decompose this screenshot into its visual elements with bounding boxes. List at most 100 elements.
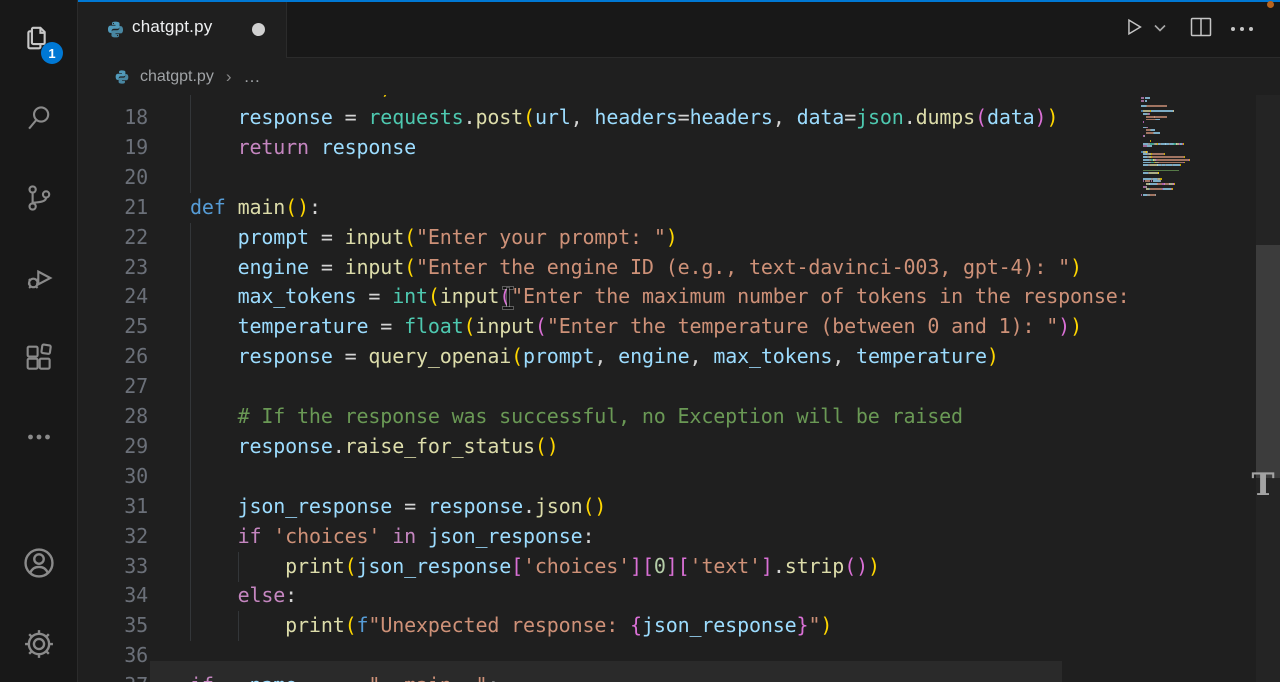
sidebar-item-run-debug[interactable] [0,254,77,302]
line-number[interactable]: 32 [78,522,148,552]
run-python-file-button[interactable] [1120,14,1148,44]
code-text: temperature = float(input("Enter the tem… [190,312,1082,342]
code-text: print(json_response['choices'][0]['text'… [190,552,880,582]
line-number[interactable]: 21 [78,193,148,223]
sidebar-item-extensions[interactable] [0,334,77,382]
recording-indicator-dot [1267,1,1274,8]
line-number[interactable]: 20 [78,163,148,193]
breadcrumb-file[interactable]: chatgpt.py [140,68,214,86]
minimap-row [1141,194,1253,197]
code-text: return response [190,133,416,163]
line-number[interactable]: 33 [78,552,148,582]
code-line[interactable]: 32 if 'choices' in json_response: [78,522,1136,552]
line-number[interactable]: 35 [78,611,148,641]
code-text: max_tokens = int(input("Enter the maximu… [190,282,1136,312]
code-line[interactable]: 21 def main(): [78,193,1136,223]
minimap[interactable] [1141,97,1253,217]
line-number[interactable]: 26 [78,342,148,372]
line-number[interactable]: 31 [78,492,148,522]
person-icon [20,544,58,582]
code-line[interactable]: 31 json_response = response.json() [78,492,1136,522]
line-number[interactable]: 30 [78,462,148,492]
code-text: response.raise_for_status() [190,432,559,462]
code-line[interactable]: 28 # If the response was successful, no … [78,402,1136,432]
scrollbar-slider[interactable] [1256,245,1280,478]
code-line[interactable]: 20 [78,163,1136,193]
code-text: response = requests.post(url, headers=he… [190,103,1058,133]
code-text: print(f"Unexpected response: {json_respo… [190,611,832,641]
line-number[interactable]: 28 [78,402,148,432]
code-line[interactable]: 30 [78,462,1136,492]
code-line[interactable]: 18 response = requests.post(url, headers… [78,103,1136,133]
unsaved-files-badge: 1 [41,42,63,64]
code-text: else: [190,581,297,611]
run-options-dropdown[interactable] [1150,14,1170,44]
unsaved-changes-dot[interactable] [252,23,265,36]
line-number[interactable]: 19 [78,133,148,163]
breadcrumb-separator-icon: › [226,67,232,87]
code-text: prompt = input("Enter your prompt: ") [190,223,678,253]
activity-bar: 1 [0,0,78,682]
t-cursor-overlay: T [1246,468,1280,502]
chevron-down-icon [1153,20,1167,38]
line-number[interactable]: 37 [78,671,148,682]
tab-chatgpt-py[interactable]: chatgpt.py [78,0,287,58]
sidebar-item-explorer[interactable] [0,13,77,61]
code-line[interactable]: 35 print(f"Unexpected response: {json_re… [78,611,1136,641]
tab-bar: chatgpt.py [78,0,1280,58]
git-branch-icon [22,181,56,215]
python-icon [106,20,125,44]
code-line[interactable]: 24 max_tokens = int(input("Enter the max… [78,282,1136,312]
code-line[interactable]: 36 [78,641,1136,671]
code-text: def main(): [190,193,321,223]
code-line[interactable]: 22 prompt = input("Enter your prompt: ") [78,223,1136,253]
sidebar-item-more-views[interactable] [0,413,77,461]
code-line[interactable]: 29 response.raise_for_status() [78,432,1136,462]
code-text: if 'choices' in json_response: [190,522,594,552]
line-number[interactable]: 25 [78,312,148,342]
code-line[interactable]: 19 return response [78,133,1136,163]
code-line[interactable]: 17 ) [78,95,1136,103]
code-text: if __name__ == "__main__": [190,671,499,682]
sidebar-item-search[interactable] [0,94,77,142]
play-icon [1123,16,1145,43]
blocks-icon [22,341,56,375]
play-bug-icon [22,261,56,295]
line-number[interactable]: 22 [78,223,148,253]
code-line[interactable]: 23 engine = input("Enter the engine ID (… [78,253,1136,283]
split-editor-button[interactable] [1186,14,1216,44]
code-text: json_response = response.json() [190,492,606,522]
code-line[interactable]: 33 print(json_response['choices'][0]['te… [78,552,1136,582]
code-line[interactable]: 27 [78,372,1136,402]
code-line[interactable]: 34 else: [78,581,1136,611]
ellipsis-icon [1229,20,1255,38]
breadcrumb: chatgpt.py › … [78,58,1280,95]
code-line[interactable]: 37 if __name__ == "__main__": [78,671,1136,682]
line-number[interactable]: 27 [78,372,148,402]
sidebar-item-source-control[interactable] [0,174,77,222]
active-tab-indicator [78,0,1280,2]
line-number[interactable]: 34 [78,581,148,611]
text-cursor-pointer [501,287,515,309]
settings-button[interactable] [0,620,77,668]
code-line[interactable]: 25 temperature = float(input("Enter the … [78,312,1136,342]
line-number[interactable]: 29 [78,432,148,462]
line-number[interactable]: 18 [78,103,148,133]
code-text: ) [190,95,392,103]
code-text: # If the response was successful, no Exc… [190,402,963,432]
split-editor-icon [1189,16,1213,43]
account-button[interactable] [0,539,77,587]
breadcrumb-symbol-more[interactable]: … [244,67,263,87]
line-number[interactable]: 23 [78,253,148,283]
code-text: response = query_openai(prompt, engine, … [190,342,999,372]
line-number[interactable]: 36 [78,641,148,671]
line-number[interactable]: 24 [78,282,148,312]
more-actions-button[interactable] [1226,14,1258,44]
code-line[interactable]: 26 response = query_openai(prompt, engin… [78,342,1136,372]
line-number[interactable]: 17 [78,95,148,103]
code-editor[interactable]: 17 )18 response = requests.post(url, hea… [78,95,1136,682]
ellipsis-icon [22,420,56,454]
python-icon [114,69,130,85]
tab-label: chatgpt.py [132,17,212,37]
magnifier-icon [22,101,56,135]
